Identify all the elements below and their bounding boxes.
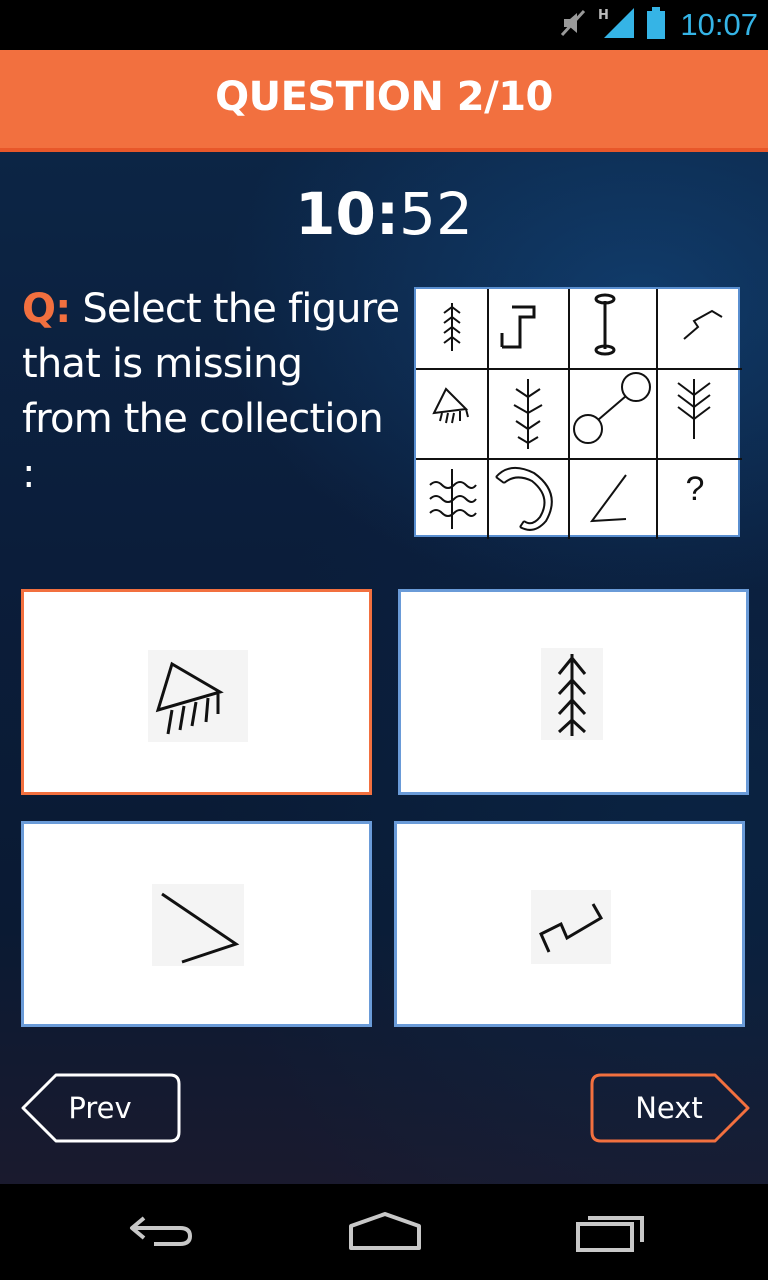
answer-option-3[interactable]	[21, 821, 372, 1027]
fan-rake-glyph	[155, 661, 224, 735]
angle-glyph	[589, 474, 627, 523]
battery-icon	[646, 6, 666, 44]
question-counter-header: QUESTION 2/10	[0, 50, 768, 148]
home-icon[interactable]	[346, 1208, 424, 1258]
status-bar: H 10:07	[0, 0, 768, 50]
option-figure	[152, 884, 244, 966]
fan-rake-glyph	[432, 387, 469, 424]
branch-tree-glyph	[513, 379, 543, 449]
answer-option-4[interactable]	[394, 821, 745, 1027]
pine-tree-glyph	[557, 654, 587, 736]
question-body: Select the figure that is missing from t…	[22, 286, 400, 497]
status-icons: H 10:07	[558, 6, 758, 44]
wheat-glyph	[677, 379, 711, 439]
zigzag-s-glyph	[683, 309, 723, 340]
timer-seconds: 52	[399, 180, 473, 248]
countdown-timer: 10:52	[0, 180, 768, 248]
step-line-glyph	[500, 305, 536, 349]
answer-option-1[interactable]	[21, 589, 372, 795]
wavy-tree-glyph	[429, 469, 477, 529]
question-prefix: Q:	[22, 286, 71, 332]
option-figure	[531, 890, 611, 964]
next-button[interactable]: Next	[589, 1073, 751, 1143]
question-text: Q: Select the figure that is missing fro…	[22, 282, 402, 502]
missing-figure-mark: ?	[685, 470, 705, 508]
mute-icon	[558, 8, 588, 42]
back-icon[interactable]	[124, 1208, 196, 1258]
answer-option-2[interactable]	[398, 589, 749, 795]
angle-glyph	[161, 892, 240, 964]
system-nav-bar	[0, 1184, 768, 1280]
recent-apps-icon[interactable]	[574, 1208, 648, 1258]
next-label: Next	[635, 1091, 703, 1125]
hook-glyph	[495, 466, 553, 531]
dumbbell-glyph	[573, 372, 651, 444]
signal-h-icon: H	[598, 6, 636, 44]
prev-button[interactable]: Prev	[20, 1073, 182, 1143]
option-figure	[148, 650, 248, 742]
status-time: 10:07	[680, 7, 758, 42]
timer-minutes: 10:	[295, 180, 400, 248]
zigzag-glyph	[539, 903, 604, 953]
option-figure	[541, 648, 603, 740]
i-beam-glyph	[594, 293, 616, 356]
network-type-label: H	[598, 8, 609, 23]
arrow-tree-glyph	[443, 303, 461, 351]
prev-label: Prev	[68, 1091, 132, 1125]
